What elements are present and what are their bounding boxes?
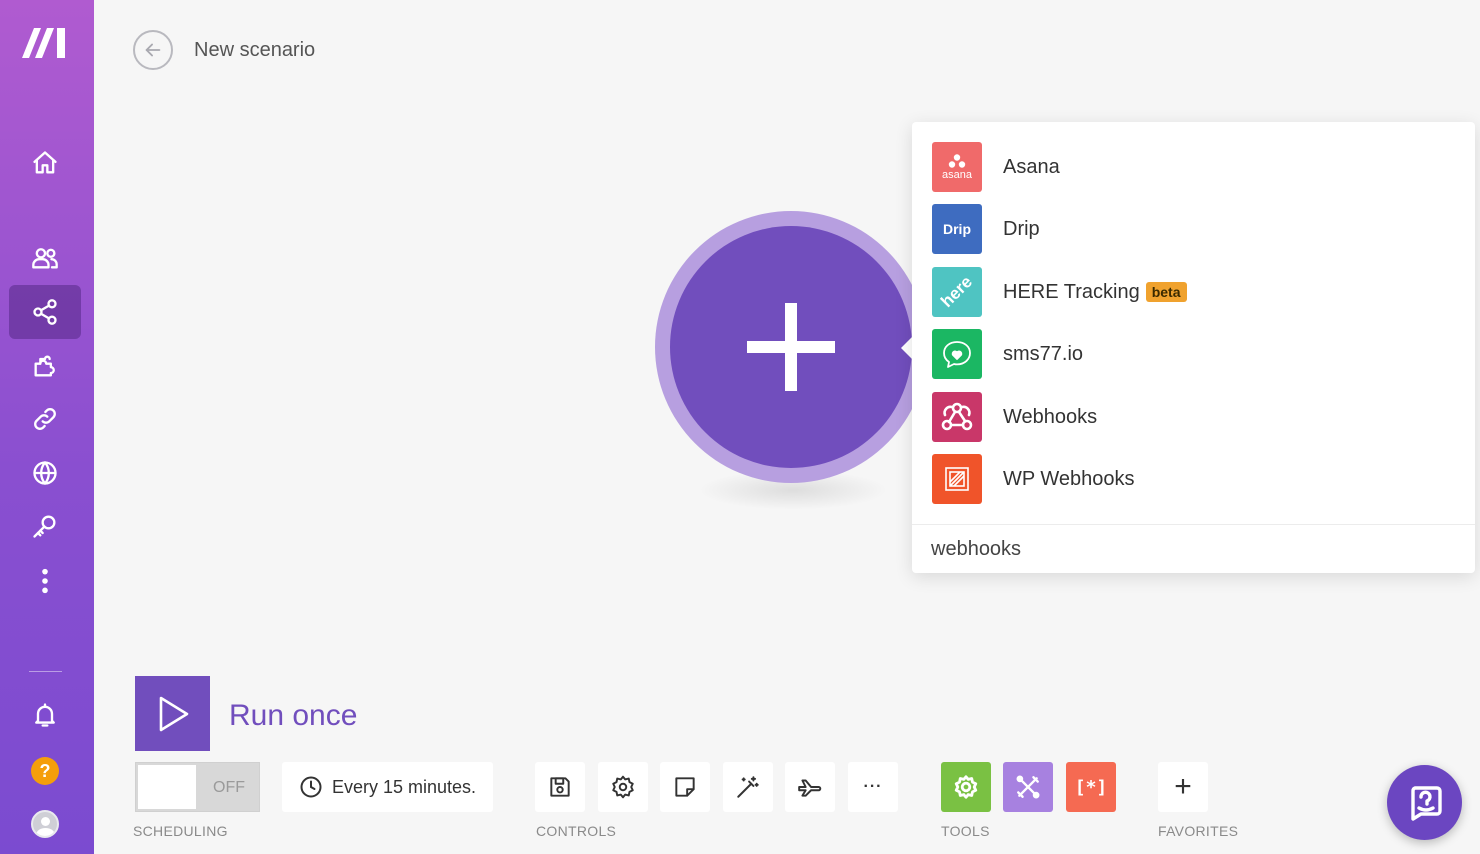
sidebar-item-home[interactable] [9, 136, 81, 190]
page-title: New scenario [194, 39, 316, 61]
toggle-knob [138, 765, 196, 809]
plus-icon: + [1174, 770, 1192, 803]
more-icon: ··· [863, 778, 883, 795]
sidebar-divider [29, 671, 62, 672]
app-name: Webhooks [1003, 405, 1098, 428]
connections-link-icon [34, 408, 56, 430]
sidebar-item-apps[interactable] [9, 339, 81, 393]
sidebar-item-more[interactable] [9, 554, 81, 608]
arrow-left-icon [145, 43, 161, 57]
sms-chat-icon [932, 329, 982, 379]
asana-icon: asana [932, 142, 982, 192]
tools-label: TOOLS [941, 823, 990, 839]
save-icon [550, 777, 570, 797]
make-logo[interactable] [22, 26, 68, 60]
drip-icon-text: Drip [943, 221, 971, 237]
tools-button[interactable] [941, 762, 991, 812]
apps-puzzle-icon [34, 355, 55, 377]
clock-icon [300, 776, 322, 798]
back-button[interactable] [133, 30, 173, 70]
app-search-input[interactable]: webhooks [931, 538, 1021, 561]
tools-gear-icon [954, 775, 978, 799]
run-once-label[interactable]: Run once [229, 699, 357, 733]
webhooks-icon [932, 392, 982, 442]
app-option-webhooks[interactable]: Webhooks [932, 392, 1097, 442]
auto-align-wand-icon [737, 776, 759, 798]
app-name: sms77.io [1003, 342, 1084, 365]
dropdown-pointer [901, 337, 912, 359]
team-icon [32, 248, 58, 269]
schedule-interval: Every 15 minutes. [332, 776, 477, 797]
drip-icon: Drip [932, 204, 982, 254]
app-option-sms77[interactable]: sms77.io [932, 329, 1083, 379]
explain-flow-plane-icon [798, 779, 822, 797]
controls-label: CONTROLS [536, 823, 617, 839]
webhooks-globe-icon [33, 461, 57, 485]
toggle-state: OFF [213, 779, 245, 796]
settings-gear-icon [612, 775, 634, 799]
save-button[interactable] [535, 762, 585, 812]
app-option-here-tracking[interactable]: here HERE Tracking beta [932, 267, 1187, 317]
scheduling-label: SCHEDULING [133, 823, 228, 839]
text-parser-button[interactable]: [*] [1066, 762, 1116, 812]
notes-button[interactable] [660, 762, 710, 812]
sidebar-item-webhooks[interactable] [9, 446, 81, 500]
app-option-drip[interactable]: Drip Drip [932, 204, 1040, 254]
sidebar-item-notifications[interactable] [9, 688, 81, 742]
flow-control-button[interactable] [1003, 762, 1053, 812]
sidebar-item-profile[interactable] [9, 797, 81, 851]
avatar [31, 810, 59, 838]
sidebar: ? [0, 0, 94, 854]
keys-icon [33, 515, 56, 538]
explain-flow-button[interactable] [785, 762, 835, 812]
notes-icon [675, 777, 695, 797]
schedule-interval-button[interactable]: Every 15 minutes. [282, 762, 493, 812]
chat-help-icon [1410, 785, 1442, 821]
more-controls-button[interactable]: ··· [848, 762, 898, 812]
scenarios-icon [33, 299, 57, 325]
plus-icon [747, 303, 835, 391]
add-module-button[interactable] [670, 226, 912, 468]
add-favorite-button[interactable]: + [1158, 762, 1208, 812]
sidebar-item-team[interactable] [9, 231, 81, 285]
home-icon [33, 151, 57, 174]
sidebar-item-help[interactable]: ? [9, 744, 81, 798]
app-name: Drip [1003, 217, 1040, 240]
app-option-wp-webhooks[interactable]: WP Webhooks [932, 454, 1135, 504]
more-dots-icon [42, 568, 48, 594]
app-option-asana[interactable]: asana Asana [932, 142, 1060, 192]
here-icon-text: here [937, 272, 977, 312]
here-icon: here [932, 267, 982, 317]
dropdown-divider [912, 524, 1475, 525]
support-chat-button[interactable] [1387, 765, 1462, 840]
app-name: WP Webhooks [1003, 467, 1135, 490]
auto-align-button[interactable] [723, 762, 773, 812]
favorites-label: FAVORITES [1158, 823, 1239, 839]
app-name: HERE Tracking [1003, 280, 1140, 303]
play-icon [159, 696, 188, 731]
scenario-settings-button[interactable] [598, 762, 648, 812]
app-picker-dropdown: asana Asana Drip Drip here HERE Tracking… [912, 122, 1475, 573]
sidebar-item-scenarios[interactable] [9, 285, 81, 339]
asana-icon-text: asana [942, 168, 972, 181]
beta-badge: beta [1145, 282, 1187, 302]
tools-text-parser-icon: [*] [1074, 776, 1108, 798]
sidebar-item-connections[interactable] [9, 392, 81, 446]
help-icon: ? [31, 757, 59, 785]
tools-flow-control-icon [1016, 775, 1040, 799]
run-once-button[interactable] [135, 676, 210, 751]
wp-webhooks-icon [932, 454, 982, 504]
bell-icon [35, 703, 55, 727]
sidebar-item-keys[interactable] [9, 499, 81, 553]
scheduling-toggle[interactable]: OFF [135, 762, 260, 812]
app-name: Asana [1003, 155, 1060, 178]
